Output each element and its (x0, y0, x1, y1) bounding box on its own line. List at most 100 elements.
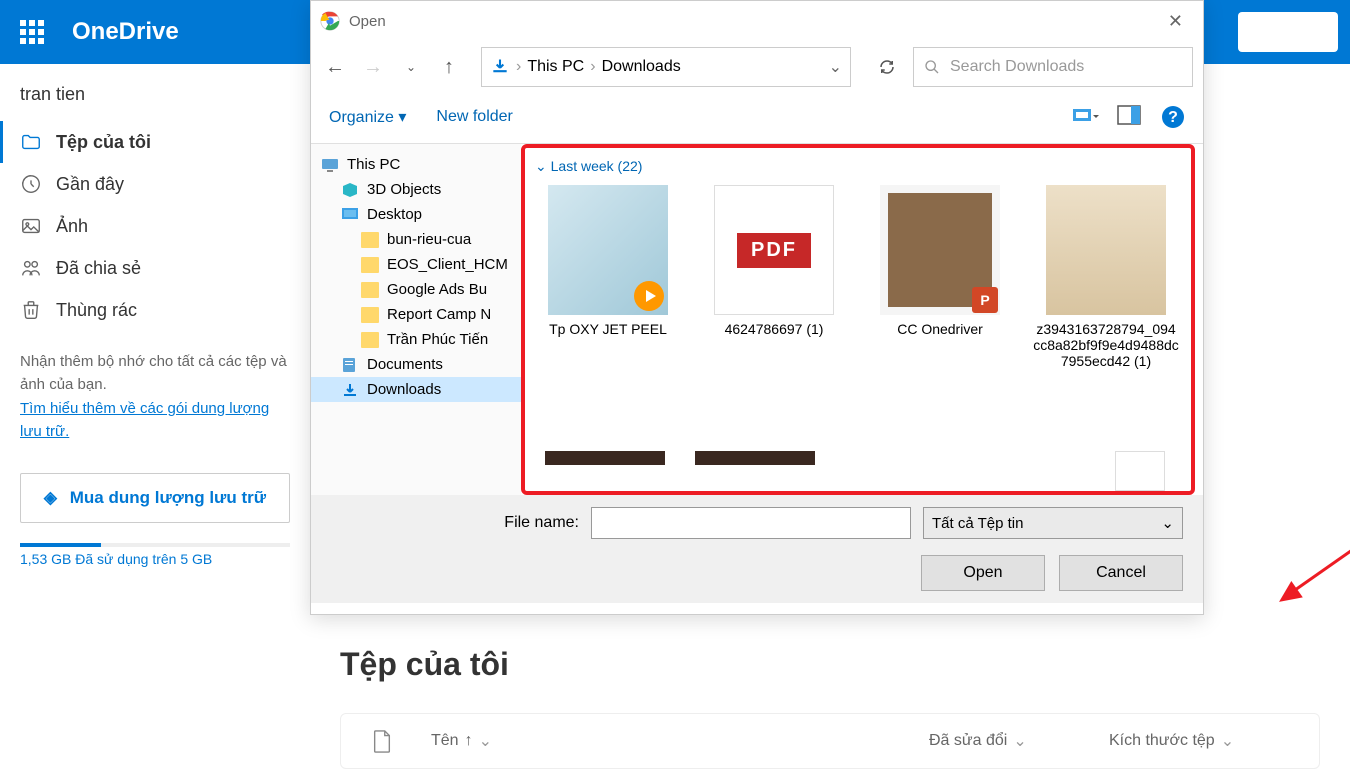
sidebar-item-label: Gần đây (56, 174, 124, 195)
file-item[interactable]: P CC Onedriver (867, 185, 1013, 369)
tree-item-folder[interactable]: bun-rieu-cua (311, 227, 521, 252)
dialog-footer: File name: Tất cả Tệp tin ⌄ Open Cancel (311, 495, 1203, 603)
sidebar-item-label: Đã chia sẻ (56, 258, 141, 279)
folder-icon (361, 232, 379, 248)
chevron-down-icon: ⌄ (1013, 731, 1026, 751)
pc-icon (321, 157, 339, 173)
sidebar-item-myfiles[interactable]: Tệp của tôi (0, 121, 310, 163)
folder-icon (361, 257, 379, 273)
group-header[interactable]: ⌄ Last week (22) (535, 158, 1181, 175)
storage-used-text: 1,53 GB Đã sử dụng trên 5 GB (0, 551, 310, 567)
onedrive-search-right[interactable] (1238, 12, 1338, 52)
file-name: z3943163728794_094cc8a82bf9f9e4d9488dc79… (1033, 321, 1179, 369)
download-icon (490, 57, 510, 77)
breadcrumb-separator: › (516, 58, 521, 76)
folder-icon (361, 332, 379, 348)
file-item[interactable]: Tp OXY JET PEEL (535, 185, 681, 369)
storage-info-link[interactable]: Tìm hiểu thêm về các gói dung lượng lưu … (20, 398, 290, 443)
dialog-titlebar: Open ✕ (311, 1, 1203, 41)
dialog-toolbar: Organize ▾ New folder ? (311, 97, 1203, 143)
tree-item-folder[interactable]: Google Ads Bu (311, 277, 521, 302)
dialog-nav-bar: ← → ⌄ ↑ › This PC › Downloads ⌄ Search D… (311, 41, 1203, 97)
breadcrumb[interactable]: › This PC › Downloads ⌄ (481, 47, 851, 87)
tree-item-3dobjects[interactable]: 3D Objects (311, 177, 521, 202)
shared-icon (20, 257, 42, 279)
recent-icon (20, 173, 42, 195)
pdf-icon: PDF (737, 233, 811, 268)
column-name[interactable]: Tên ↑ ⌄ (431, 731, 929, 751)
chevron-down-icon: ⌄ (1221, 731, 1234, 751)
page-title: Tệp của tôi (340, 646, 1320, 683)
file-item[interactable]: PDF 4624786697 (1) (701, 185, 847, 369)
dialog-title: Open (349, 13, 386, 30)
file-name: CC Onedriver (867, 321, 1013, 337)
storage-promo-text: Nhận thêm bộ nhớ cho tất cả các tệp và ả… (20, 353, 287, 393)
chevron-down-icon: ⌄ (479, 731, 492, 751)
folder-icon (361, 282, 379, 298)
tree-item-folder[interactable]: Report Camp N (311, 302, 521, 327)
file-open-dialog: Open ✕ ← → ⌄ ↑ › This PC › Downloads ⌄ S… (310, 0, 1204, 615)
dropdown-arrow-icon: ▾ (398, 109, 406, 126)
open-button[interactable]: Open (921, 555, 1045, 591)
buy-storage-button[interactable]: ◈ Mua dung lượng lưu trữ (20, 473, 290, 523)
sidebar-item-photos[interactable]: Ảnh (0, 205, 310, 247)
recent-dropdown-icon[interactable]: ⌄ (397, 53, 425, 81)
download-icon (341, 382, 359, 398)
forward-button[interactable]: → (359, 53, 387, 81)
tree-item-folder[interactable]: Trần Phúc Tiến (311, 327, 521, 352)
file-name: 4624786697 (1) (701, 321, 847, 337)
folder-icon (20, 131, 42, 153)
tree-item-thispc[interactable]: This PC (311, 152, 521, 177)
chrome-icon (319, 10, 341, 32)
column-modified[interactable]: Đã sửa đổi ⌄ (929, 731, 1109, 751)
file-item[interactable]: z3943163728794_094cc8a82bf9f9e4d9488dc79… (1033, 185, 1179, 369)
sidebar-item-label: Ảnh (56, 216, 88, 237)
breadcrumb-item[interactable]: Downloads (602, 58, 681, 76)
tree-item-folder[interactable]: EOS_Client_HCM (311, 252, 521, 277)
folder-tree: This PC 3D Objects Desktop bun-rieu-cua … (311, 144, 521, 495)
powerpoint-icon: P (972, 287, 998, 313)
view-mode-icon[interactable] (1073, 105, 1097, 129)
desktop-icon (341, 207, 359, 223)
filetype-select[interactable]: Tất cả Tệp tin ⌄ (923, 507, 1183, 539)
filename-label: File name: (504, 514, 579, 532)
svg-text:?: ? (1168, 109, 1178, 126)
column-size[interactable]: Kích thước tệp ⌄ (1109, 731, 1289, 751)
chevron-down-icon: ⌄ (535, 158, 547, 174)
sidebar-item-shared[interactable]: Đã chia sẻ (0, 247, 310, 289)
back-button[interactable]: ← (321, 53, 349, 81)
search-icon (924, 59, 940, 75)
breadcrumb-separator: › (590, 58, 595, 76)
close-icon[interactable]: ✕ (1156, 5, 1195, 38)
chevron-down-icon[interactable]: ⌄ (829, 57, 842, 77)
cancel-button[interactable]: Cancel (1059, 555, 1183, 591)
cube-icon (341, 182, 359, 198)
sidebar-item-trash[interactable]: Thùng rác (0, 289, 310, 331)
new-folder-button[interactable]: New folder (436, 108, 512, 126)
app-launcher-icon[interactable] (12, 12, 52, 52)
help-icon[interactable]: ? (1161, 105, 1185, 129)
tree-item-desktop[interactable]: Desktop (311, 202, 521, 227)
app-title: OneDrive (72, 18, 179, 46)
refresh-button[interactable] (871, 51, 903, 83)
file-name: Tp OXY JET PEEL (535, 321, 681, 337)
user-name: tran tien (0, 84, 310, 121)
organize-button[interactable]: Organize ▾ (329, 107, 406, 127)
trash-icon (20, 299, 42, 321)
dialog-search-input[interactable]: Search Downloads (913, 47, 1193, 87)
file-list-header: Tên ↑ ⌄ Đã sửa đổi ⌄ Kích thước tệp ⌄ (340, 713, 1320, 769)
up-button[interactable]: ↑ (435, 53, 463, 81)
sidebar-item-label: Tệp của tôi (56, 132, 151, 153)
premium-icon: ◈ (44, 488, 57, 507)
tree-item-downloads[interactable]: Downloads (311, 377, 521, 402)
sidebar-item-recent[interactable]: Gần đây (0, 163, 310, 205)
storage-bar (20, 543, 290, 547)
file-icon-column (371, 728, 431, 754)
breadcrumb-item[interactable]: This PC (527, 58, 584, 76)
sidebar: tran tien Tệp của tôi Gần đây Ảnh Đã chi… (0, 64, 310, 780)
tree-item-documents[interactable]: Documents (311, 352, 521, 377)
folder-icon (361, 307, 379, 323)
preview-pane-icon[interactable] (1117, 105, 1141, 129)
filename-input[interactable] (591, 507, 911, 539)
files-panel: ⌄ Last week (22) Tp OXY JET PEEL PDF (521, 144, 1195, 495)
